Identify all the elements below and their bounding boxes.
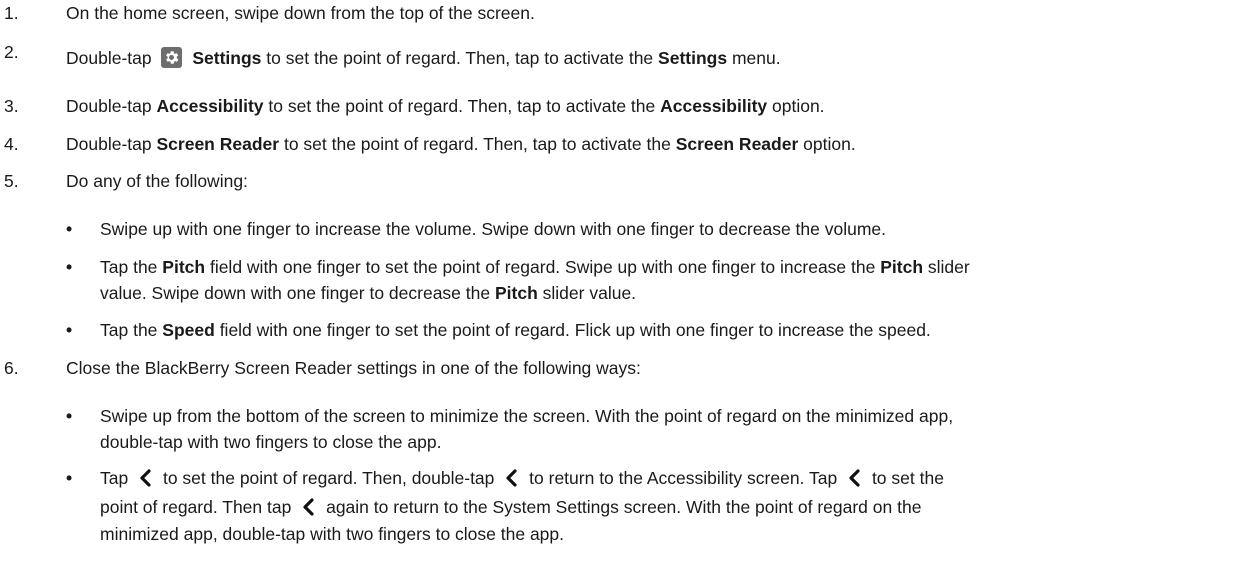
bullet-text-line-2: value. Swipe down with one finger to dec… xyxy=(100,281,636,305)
bullet-marker: • xyxy=(66,468,73,488)
text-part: Tap the xyxy=(100,320,158,340)
bold-term: Settings xyxy=(192,48,262,68)
step-text: Do any of the following: xyxy=(66,171,248,191)
bullet-marker: • xyxy=(66,320,73,340)
step-number: 1. xyxy=(4,3,19,23)
text-part: Double-tap xyxy=(66,134,152,154)
text-part: menu. xyxy=(731,48,781,68)
bullet-text: Tap to set the point of regard. Then, do… xyxy=(100,466,944,493)
step-text: Double-tap Settings to set the point of … xyxy=(66,46,781,70)
bold-term: Pitch xyxy=(162,257,206,277)
text-part: Tap xyxy=(100,468,129,488)
text-part: value. Swipe down with one finger to dec… xyxy=(100,283,491,303)
text-part: again to return to the System Settings s… xyxy=(326,497,922,517)
step-number: 6. xyxy=(4,358,19,378)
back-chevron-icon xyxy=(848,469,861,493)
text-part: to set the point of regard. Then, tap to… xyxy=(283,134,671,154)
bullet-marker: • xyxy=(66,406,73,426)
step-text: Double-tap Accessibility to set the poin… xyxy=(66,94,825,118)
bold-term: Screen Reader xyxy=(156,134,280,154)
text-part: to return to the Accessibility screen. T… xyxy=(529,468,838,488)
text-part: to set the point of regard. Then, tap to… xyxy=(268,96,656,116)
back-chevron-icon xyxy=(139,469,152,493)
text-part: point of regard. Then tap xyxy=(100,497,292,517)
bullet-text: Swipe up from the bottom of the screen t… xyxy=(100,406,954,426)
text-part: to set the point of regard. Then, double… xyxy=(162,468,495,488)
back-chevron-icon xyxy=(302,498,315,522)
bold-term: Speed xyxy=(162,320,215,340)
bullet-text: Swipe up with one finger to increase the… xyxy=(100,219,887,239)
text-part: option. xyxy=(772,96,825,116)
settings-gear-icon xyxy=(160,47,182,68)
bullet-text-line-2: point of regard. Then tap again to retur… xyxy=(100,495,921,522)
text-part: to set the xyxy=(871,468,944,488)
step-number: 5. xyxy=(4,171,19,191)
bold-term: Screen Reader xyxy=(675,134,799,154)
instructions-page: { "steps": [ {"num": "1.", "text": "On t… xyxy=(0,0,1250,572)
bullet-text-line-2: double-tap with two fingers to close the… xyxy=(100,432,442,452)
bold-term: Accessibility xyxy=(660,96,768,116)
bullet-marker: • xyxy=(66,257,73,277)
bullet-marker: • xyxy=(66,219,73,239)
step-text: Close the BlackBerry Screen Reader setti… xyxy=(66,358,641,378)
bold-term: Settings xyxy=(658,48,728,68)
text-part: field with one finger to set the point o… xyxy=(209,257,876,277)
bold-term: Pitch xyxy=(494,283,538,303)
text-part: Double-tap xyxy=(66,48,152,68)
bold-term: Pitch xyxy=(880,257,924,277)
bold-term: Accessibility xyxy=(156,96,264,116)
bullet-text-line-3: minimized app, double-tap with two finge… xyxy=(100,524,565,544)
text-part: slider xyxy=(927,257,970,277)
text-part: slider value. xyxy=(542,283,637,303)
bullet-text: Tap the Speed field with one finger to s… xyxy=(100,318,931,342)
step-text: On the home screen, swipe down from the … xyxy=(66,3,535,23)
step-number: 2. xyxy=(4,42,19,62)
text-part: Double-tap xyxy=(66,96,152,116)
step-number: 4. xyxy=(4,134,19,154)
text-part: Tap the xyxy=(100,257,158,277)
text-part: field with one finger to set the point o… xyxy=(219,320,931,340)
back-chevron-icon xyxy=(505,469,518,493)
step-number: 3. xyxy=(4,96,19,116)
bullet-text: Tap the Pitch field with one finger to s… xyxy=(100,255,970,279)
text-part: option. xyxy=(803,134,856,154)
step-text: Double-tap Screen Reader to set the poin… xyxy=(66,132,856,156)
text-part: to set the point of regard. Then, tap to… xyxy=(266,48,654,68)
